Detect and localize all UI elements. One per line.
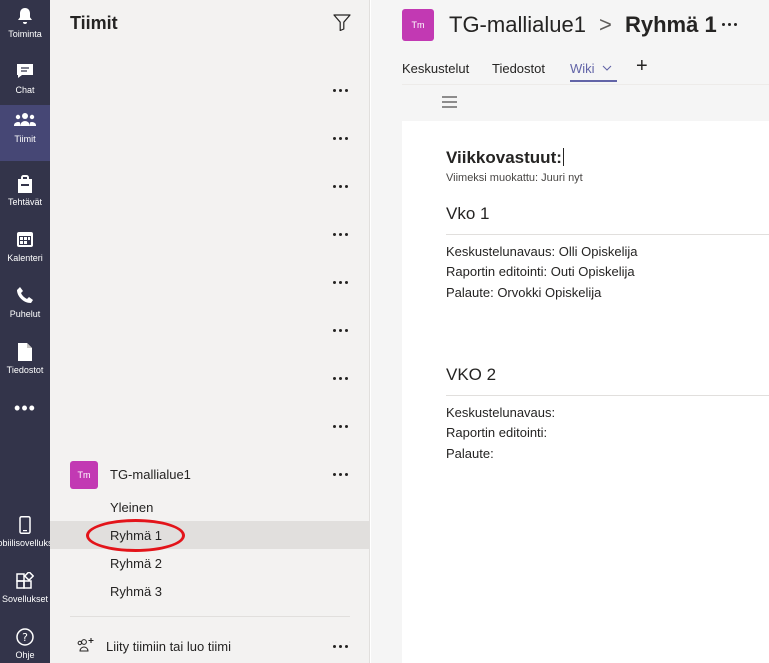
rail-label-help: Ohje xyxy=(15,650,35,660)
rail-item-calendar[interactable]: Kalenteri xyxy=(0,224,50,280)
section-title[interactable]: Vko 1 xyxy=(446,204,489,224)
rail-label-chat: Chat xyxy=(15,85,35,95)
phone-icon xyxy=(17,287,33,303)
section-divider xyxy=(446,395,769,396)
tab-files[interactable]: Tiedostot xyxy=(492,61,545,76)
channel-item-group-2[interactable]: Ryhmä 2 xyxy=(110,556,162,571)
wiki-page-title-text: Viikkovastuut: xyxy=(446,148,562,167)
rail-label-calendar: Kalenteri xyxy=(7,253,43,263)
help-icon: ? xyxy=(16,628,34,646)
mobile-icon xyxy=(19,516,31,534)
section-line[interactable]: Raportin editointi: Outi Opiskelija xyxy=(446,264,635,279)
tab-conversations[interactable]: Keskustelut xyxy=(402,61,469,76)
team-more-options-button[interactable] xyxy=(332,182,352,192)
rail-item-files[interactable]: Tiedostot xyxy=(0,336,50,392)
panel-title: Tiimit xyxy=(70,13,118,33)
rail-item-calls[interactable]: Puhelut xyxy=(0,280,50,336)
team-more-options-button[interactable] xyxy=(332,422,352,432)
rail-item-activity[interactable]: Toiminta xyxy=(0,0,50,56)
wiki-page-title[interactable]: Viikkovastuut: xyxy=(446,148,564,168)
section-line[interactable]: Raportin editointi: xyxy=(446,425,547,440)
text-cursor xyxy=(562,148,564,166)
apps-icon xyxy=(16,572,34,589)
tab-wiki[interactable]: Wiki xyxy=(570,61,595,76)
section-title[interactable]: VKO 2 xyxy=(446,365,496,385)
teams-icon xyxy=(14,113,36,126)
join-team-icon xyxy=(77,638,94,652)
team-more-options-button[interactable] xyxy=(332,278,352,288)
filter-icon[interactable] xyxy=(333,14,351,31)
last-edited-text: Viimeksi muokattu: Juuri nyt xyxy=(446,172,583,184)
active-tab-indicator xyxy=(570,80,617,82)
bell-icon xyxy=(18,8,32,24)
rail-item-chat[interactable]: Chat xyxy=(0,56,50,112)
breadcrumb-team[interactable]: TG-mallialue1 xyxy=(449,12,586,38)
rail-item-assignments[interactable]: Tehtävät xyxy=(0,168,50,224)
channel-main: Tm TG-mallialue1 > Ryhmä 1 Keskustelut T… xyxy=(371,0,769,663)
wiki-page: Viikkovastuut: Viimeksi muokattu: Juuri … xyxy=(402,121,769,663)
rail-item-help[interactable]: ? Ohje xyxy=(0,621,50,663)
assignments-icon xyxy=(18,175,32,193)
team-more-options-button[interactable] xyxy=(332,86,352,96)
rail-item-apps[interactable]: Sovellukset xyxy=(0,565,50,621)
add-tab-button[interactable]: + xyxy=(636,56,648,76)
join-or-create-team-link[interactable]: Liity tiimiin tai luo tiimi xyxy=(106,639,231,654)
chevron-down-icon[interactable] xyxy=(602,65,612,71)
section-line[interactable]: Keskustelunavaus: xyxy=(446,405,555,420)
section-line[interactable]: Palaute: Orvokki Opiskelija xyxy=(446,285,601,300)
app-rail: Toiminta Chat Tiimit Tehtävät Kalenteri … xyxy=(0,0,50,663)
team-avatar: Tm xyxy=(70,461,98,489)
breadcrumb-channel: Ryhmä 1 xyxy=(625,12,717,37)
highlight-ring-annotation xyxy=(86,519,185,552)
svg-text:?: ? xyxy=(22,631,28,644)
chat-icon xyxy=(17,64,33,78)
files-icon xyxy=(18,343,32,361)
rail-label-assignments: Tehtävät xyxy=(7,197,43,207)
wiki-toolbar xyxy=(402,84,769,121)
section-divider xyxy=(446,234,769,235)
team-more-options-button[interactable] xyxy=(332,230,352,240)
calendar-icon xyxy=(17,232,33,247)
team-more-options-button[interactable] xyxy=(332,470,352,480)
rail-item-mobile-apps[interactable]: Mobiilisovellukset xyxy=(0,509,50,565)
join-more-options-button[interactable] xyxy=(332,642,352,652)
rail-item-teams[interactable]: Tiimit xyxy=(0,105,50,161)
channel-team-avatar: Tm xyxy=(402,9,434,41)
rail-label-teams: Tiimit xyxy=(14,134,36,144)
rail-label-files: Tiedostot xyxy=(6,365,44,375)
rail-label-activity: Toiminta xyxy=(8,29,42,39)
channel-more-options-button[interactable] xyxy=(721,20,741,30)
section-line[interactable]: Palaute: xyxy=(446,446,494,461)
breadcrumb-separator-icon: > xyxy=(599,12,612,37)
team-more-options-button[interactable] xyxy=(332,326,352,336)
rail-label-calls: Puhelut xyxy=(9,309,41,319)
team-more-options-button[interactable] xyxy=(332,374,352,384)
team-name[interactable]: TG-mallialue1 xyxy=(110,467,191,482)
panel-divider xyxy=(70,616,350,617)
section-line[interactable]: Keskustelunavaus: Olli Opiskelija xyxy=(446,244,637,259)
rail-label-apps: Sovellukset xyxy=(1,594,49,604)
channel-item-general[interactable]: Yleinen xyxy=(110,500,153,515)
teams-panel: Tiimit Tm TG-mallialue1 Yleinen Ryhmä 1 … xyxy=(50,0,370,663)
channel-item-group-3[interactable]: Ryhmä 3 xyxy=(110,584,162,599)
more-apps-button[interactable]: ••• xyxy=(0,398,50,418)
menu-icon[interactable] xyxy=(442,96,457,108)
rail-label-mobile-apps: Mobiilisovellukset xyxy=(0,538,50,548)
team-more-options-button[interactable] xyxy=(332,134,352,144)
